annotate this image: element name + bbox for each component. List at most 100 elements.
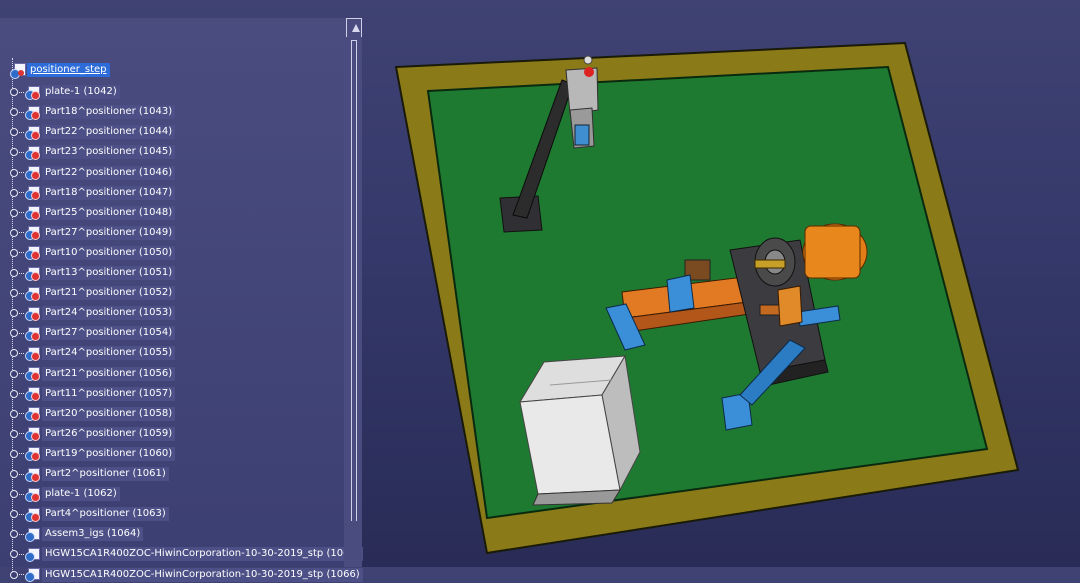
tree-item[interactable]: Part13^positioner (1051) [10,265,176,281]
expand-toggle-icon[interactable] [10,429,18,438]
tree-item[interactable]: Part24^positioner (1055) [10,345,176,361]
tree-item-label[interactable]: Part22^positioner (1046) [42,165,176,180]
tree-item[interactable]: Part10^positioner (1050) [10,245,176,261]
expand-toggle-icon[interactable] [10,168,18,177]
tree-item-label[interactable]: Part13^positioner (1051) [42,266,176,280]
tree-item[interactable]: Part2^positioner (1061) [10,466,169,482]
part-icon [25,145,40,160]
scroll-up-button[interactable] [346,18,362,37]
expand-toggle-icon[interactable] [10,128,18,137]
tree-connector [19,493,24,495]
tree-item-label[interactable]: plate-1 (1042) [42,85,120,100]
expand-toggle-icon[interactable] [10,208,18,217]
expand-toggle-icon[interactable] [10,550,18,559]
tree-item[interactable]: Part21^positioner (1056) [10,366,176,382]
expand-toggle-icon[interactable] [10,570,18,579]
part-icon [25,467,40,482]
tree-item[interactable]: HGW15CA1R400ZOC-HiwinCorporation-10-30-2… [10,546,363,562]
tree-connector [19,352,24,354]
product-icon [25,547,40,562]
expand-toggle-icon[interactable] [10,530,18,539]
expand-toggle-icon[interactable] [10,309,18,318]
tree-connector [19,373,24,374]
tree-item[interactable]: HGW15CA1R400ZOC-HiwinCorporation-10-30-2… [10,567,363,583]
tree-connector [19,131,24,133]
tree-item-label[interactable]: Part4^positioner (1063) [42,507,169,522]
tree-item[interactable]: Part11^positioner (1057) [10,386,176,402]
tree-item[interactable]: Part21^positioner (1052) [10,285,176,301]
expand-toggle-icon[interactable] [10,369,18,378]
tree-item-label[interactable]: Part22^positioner (1044) [42,125,176,140]
part-icon [25,507,40,522]
expand-toggle-icon[interactable] [10,349,18,358]
tree-item[interactable]: Assem3_igs (1064) [10,526,144,542]
tree-item[interactable]: Part25^positioner (1048) [10,205,176,221]
tree-item-label[interactable]: Part18^positioner (1047) [42,185,176,200]
tree-item-label[interactable]: Part20^positioner (1058) [42,406,176,421]
tree-item[interactable]: plate-1 (1042) [10,84,120,100]
expand-toggle-icon[interactable] [10,470,18,478]
tree-item-label[interactable]: Part21^positioner (1056) [42,366,176,381]
tree-item[interactable]: plate-1 (1062) [10,486,120,502]
tree-item[interactable]: Part27^positioner (1049) [10,225,176,241]
tree-item-label[interactable]: Part19^positioner (1060) [42,446,176,461]
expand-toggle-icon[interactable] [10,490,18,499]
expand-toggle-icon[interactable] [10,88,18,97]
tree-item-label[interactable]: Part11^positioner (1057) [42,386,176,401]
storage-box[interactable] [519,354,641,506]
tree-item[interactable]: Part4^positioner (1063) [10,506,169,522]
tree-item[interactable]: Part20^positioner (1058) [10,406,176,422]
tree-item[interactable]: Part19^positioner (1060) [10,446,176,462]
expand-toggle-icon[interactable] [10,148,18,157]
3d-viewport[interactable] [294,0,1080,567]
tree-item-label[interactable]: HGW15CA1R400ZOC-HiwinCorporation-10-30-2… [42,547,363,562]
expand-toggle-icon[interactable] [10,228,18,237]
tree-item[interactable]: Part24^positioner (1053) [10,305,176,321]
part-icon [25,225,40,241]
expand-toggle-icon[interactable] [10,329,18,338]
expand-toggle-icon[interactable] [10,449,18,458]
tree-item-label[interactable]: Part18^positioner (1043) [42,105,176,120]
tree-item-label[interactable]: Part25^positioner (1048) [42,205,176,220]
tree-item-label[interactable]: Part2^positioner (1061) [42,467,169,481]
tree-root-label[interactable]: positioner_step [27,63,110,77]
tree-item-label[interactable]: plate-1 (1062) [42,487,120,502]
tree-item-label[interactable]: Part27^positioner (1054) [42,326,176,341]
scroll-track[interactable] [351,40,357,521]
expand-toggle-icon[interactable] [10,510,18,519]
tree-item-label[interactable]: Part21^positioner (1052) [42,286,176,301]
tree-connector [19,192,24,194]
tree-item-label[interactable]: Part26^positioner (1059) [42,426,176,441]
expand-toggle-icon[interactable] [10,269,18,277]
tree-item-label[interactable]: Part24^positioner (1055) [42,346,176,361]
part-icon [25,266,40,281]
product-icon [10,62,26,79]
tree-item-label[interactable]: Part24^positioner (1053) [42,306,176,321]
tree-root-node[interactable]: positioner_step [10,62,110,79]
tree-connector [19,151,24,153]
tree-item[interactable]: Part22^positioner (1044) [10,124,176,140]
tree-item[interactable]: Part26^positioner (1059) [10,426,176,442]
tree-item-label[interactable]: Part27^positioner (1049) [42,225,176,240]
product-icon [25,567,40,582]
tree-item[interactable]: Part22^positioner (1046) [10,165,176,181]
tree-item-label[interactable]: Assem3_igs (1064) [42,527,144,542]
expand-toggle-icon[interactable] [10,248,18,257]
tree-connector [19,292,24,294]
tree-item-label[interactable]: HGW15CA1R400ZOC-HiwinCorporation-10-30-2… [42,567,363,582]
expand-toggle-icon[interactable] [10,289,18,298]
tree-item-label[interactable]: Part23^positioner (1045) [42,145,176,160]
expand-toggle-icon[interactable] [10,389,18,398]
specification-tree: positioner_step plate-1 (1042) Part18^pos… [0,18,363,582]
tree-scrollbar[interactable] [344,18,362,567]
tree-item-label[interactable]: Part10^positioner (1050) [42,245,176,260]
expand-toggle-icon[interactable] [10,409,18,418]
tree-connector [19,312,24,314]
tree-item[interactable]: Part18^positioner (1047) [10,185,176,201]
tree-item[interactable]: Part18^positioner (1043) [10,104,176,120]
expand-toggle-icon[interactable] [10,188,18,197]
expand-toggle-icon[interactable] [10,108,18,117]
tree-connector [19,91,24,93]
tree-item[interactable]: Part23^positioner (1045) [10,144,176,160]
tree-item[interactable]: Part27^positioner (1054) [10,325,176,341]
